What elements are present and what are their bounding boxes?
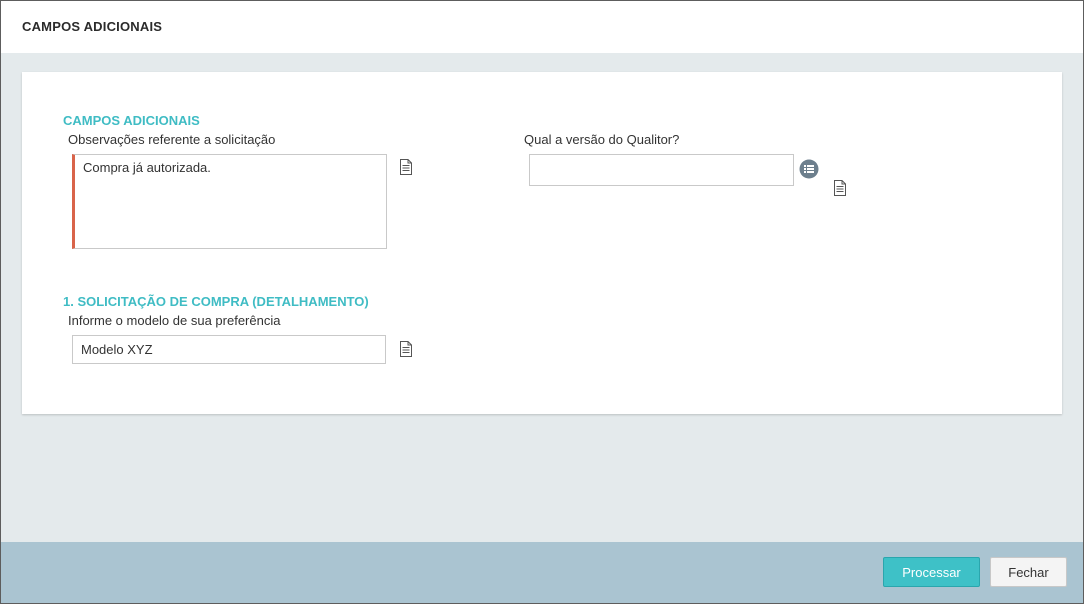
dialog-title: CAMPOS ADICIONAIS: [22, 19, 163, 34]
document-icon[interactable]: [399, 159, 413, 175]
document-icon[interactable]: [399, 341, 413, 357]
section-title-campos-adicionais: CAMPOS ADICIONAIS: [63, 113, 200, 128]
form-card: CAMPOS ADICIONAIS Observações referente …: [22, 72, 1062, 414]
fechar-button[interactable]: Fechar: [990, 557, 1067, 587]
dialog-header: CAMPOS ADICIONAIS: [1, 1, 1083, 53]
observacoes-textarea[interactable]: Compra já autorizada.: [72, 154, 387, 249]
modelo-preferencia-label: Informe o modelo de sua preferência: [68, 313, 281, 328]
document-icon[interactable]: [833, 180, 847, 196]
versao-qualitor-input[interactable]: [529, 154, 794, 186]
section-title-solicitacao-compra: 1. SOLICITAÇÃO DE COMPRA (DETALHAMENTO): [63, 294, 369, 309]
versao-qualitor-label: Qual a versão do Qualitor?: [524, 132, 680, 147]
dialog-footer: Processar Fechar: [1, 542, 1083, 603]
campos-adicionais-dialog: CAMPOS ADICIONAIS CAMPOS ADICIONAIS Obse…: [0, 0, 1084, 604]
observacoes-label: Observações referente a solicitação: [68, 132, 276, 147]
list-icon[interactable]: [799, 159, 819, 179]
modelo-preferencia-input[interactable]: [72, 335, 386, 364]
processar-button[interactable]: Processar: [883, 557, 980, 587]
